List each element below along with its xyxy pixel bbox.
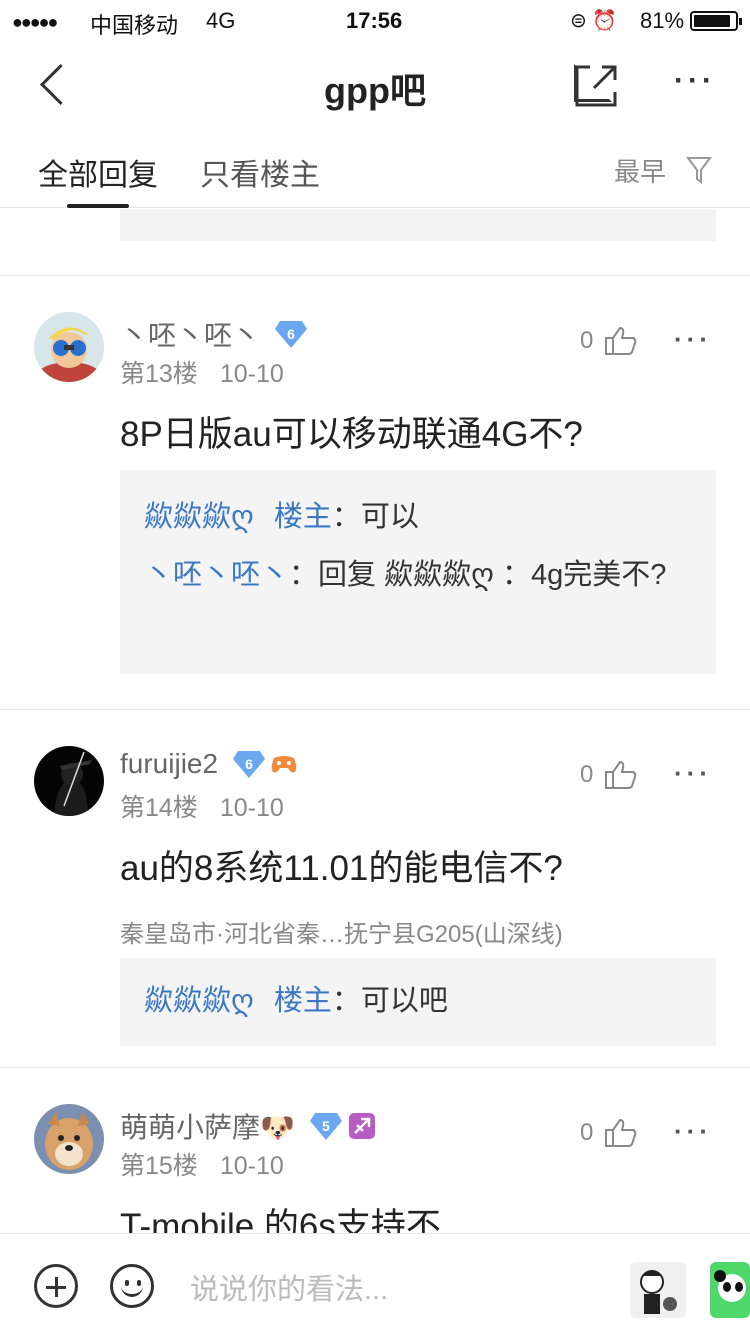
sub-reply-text: 可以 xyxy=(360,501,419,533)
sub-replies[interactable]: 歘歘歘ღ 楼主：可以 丶呸丶呸丶：回复 歘歘歘ღ ：4g完美不? xyxy=(120,470,716,674)
avatar[interactable] xyxy=(34,1104,104,1174)
post-location: 秦皇岛市·河北省秦…抚宁县G205(山深线) xyxy=(120,921,563,948)
like-button[interactable]: 0 xyxy=(580,1118,637,1148)
reply-list[interactable]: 丶呸丶呸丶 6 第13楼 10-10 0 ··· 8P日版au可以移动联通4G不?… xyxy=(0,209,750,1233)
floor-info: 第13楼 10-10 xyxy=(120,354,284,390)
reply-input-bar: 说说你的看法... xyxy=(0,1233,750,1334)
divider xyxy=(0,275,750,276)
username[interactable]: furuijie2 xyxy=(120,748,218,780)
level-badge-icon: 6 xyxy=(232,749,266,779)
username[interactable]: 丶呸丶呸丶 xyxy=(120,314,260,354)
sub-reply-text: 可以吧 xyxy=(360,985,448,1017)
sticker-meme-icon[interactable] xyxy=(630,1262,686,1318)
floor-info: 第15楼 10-10 xyxy=(120,1146,284,1182)
reply-input[interactable]: 说说你的看法... xyxy=(190,1266,388,1308)
sub-reply-author[interactable]: 丶呸丶呸丶 xyxy=(144,559,289,591)
filter-icon[interactable] xyxy=(686,156,712,184)
thumbs-up-icon xyxy=(605,1118,637,1147)
avatar[interactable] xyxy=(34,746,104,816)
post-date: 10-10 xyxy=(219,794,284,822)
tab-op-only[interactable]: 只看楼主 xyxy=(200,150,320,194)
like-count: 0 xyxy=(580,1119,594,1146)
avatar[interactable] xyxy=(34,312,104,382)
op-tag: 楼主 xyxy=(273,501,332,533)
network-type: 4G xyxy=(206,8,236,33)
sub-reply-separator: ： xyxy=(331,501,361,533)
status-icons: ⊜ ⏰ xyxy=(570,10,618,32)
share-icon[interactable] xyxy=(574,64,617,107)
like-count: 0 xyxy=(580,761,594,788)
user-info-row: 丶呸丶呸丶 6 xyxy=(120,314,308,354)
sub-reply[interactable]: 丶呸丶呸丶：回复 歘歘歘ღ ：4g完美不? xyxy=(144,546,692,604)
like-button[interactable]: 0 xyxy=(580,326,637,356)
battery-percent: 81% xyxy=(640,8,685,33)
user-info-row: furuijie2 6 xyxy=(120,748,298,780)
sub-reply-author[interactable]: 歘歘歘ღ xyxy=(144,985,254,1017)
sagittarius-badge-icon xyxy=(348,1113,375,1139)
sort-order-toggle[interactable]: 最早 xyxy=(614,152,666,189)
status-bar: ●●●●● 中国移动 4G 17:56 ⊜ ⏰ 81% xyxy=(0,0,750,40)
user-info-row: 萌萌小萨摩🐶 5 xyxy=(120,1106,375,1146)
status-time: 17:56 xyxy=(346,8,403,33)
post-content: T-mobile 的6s支持不 xyxy=(120,1207,441,1233)
post-content: 8P日版au可以移动联通4G不? xyxy=(120,415,583,454)
sub-reply[interactable]: 歘歘歘ღ 楼主：可以吧 xyxy=(144,976,692,1026)
floor-number: 第13楼 xyxy=(120,360,198,388)
sticker-panda-icon[interactable] xyxy=(710,1262,750,1318)
carrier-name: 中国移动 xyxy=(90,13,179,38)
post-more-icon[interactable]: ··· xyxy=(674,1116,712,1147)
sub-reply-separator: ： xyxy=(289,559,319,591)
battery-icon xyxy=(690,11,742,31)
sub-replies[interactable]: 歘歘歘ღ 楼主：可以吧 xyxy=(120,958,716,1046)
emoji-icon[interactable] xyxy=(110,1264,154,1308)
post-content: au的8系统11.01的能电信不? xyxy=(120,849,563,888)
sub-reply-text: 回复 歘歘歘ღ ：4g完美不? xyxy=(318,559,667,591)
like-count: 0 xyxy=(580,327,594,354)
nav-bar: gpp吧 ··· xyxy=(0,40,750,130)
tab-all-replies[interactable]: 全部回复 xyxy=(38,150,158,194)
page-title: gpp吧 xyxy=(324,70,426,111)
sub-reply[interactable]: 歘歘歘ღ 楼主：可以 xyxy=(144,488,692,546)
post-more-icon[interactable]: ··· xyxy=(674,758,712,789)
op-tag: 楼主 xyxy=(273,985,332,1017)
gamepad-badge-icon xyxy=(270,752,298,776)
floor-number: 第15楼 xyxy=(120,1152,198,1180)
thumbs-up-icon xyxy=(605,760,637,789)
level-badge-icon: 6 xyxy=(274,319,308,349)
active-tab-indicator xyxy=(67,204,129,208)
floor-number: 第14楼 xyxy=(120,794,198,822)
post-date: 10-10 xyxy=(219,1152,284,1180)
floor-info: 第14楼 10-10 xyxy=(120,788,284,824)
post-date: 10-10 xyxy=(219,360,284,388)
like-button[interactable]: 0 xyxy=(580,760,637,790)
divider xyxy=(0,709,750,710)
sub-reply-separator: ： xyxy=(331,985,361,1017)
level-badge-icon: 5 xyxy=(309,1111,343,1141)
divider xyxy=(0,1067,750,1068)
reply-tabs: 全部回复 只看楼主 最早 xyxy=(0,130,750,208)
sub-reply-author[interactable]: 歘歘歘ღ xyxy=(144,501,254,533)
thumbs-up-icon xyxy=(605,326,637,355)
post-more-icon[interactable]: ··· xyxy=(674,324,712,355)
add-attachment-icon[interactable] xyxy=(34,1264,78,1308)
signal-strength: ●●●●● xyxy=(12,12,58,32)
username[interactable]: 萌萌小萨摩🐶 xyxy=(120,1106,295,1146)
previous-reply-box xyxy=(120,209,716,241)
more-options-icon[interactable]: ··· xyxy=(674,64,716,98)
